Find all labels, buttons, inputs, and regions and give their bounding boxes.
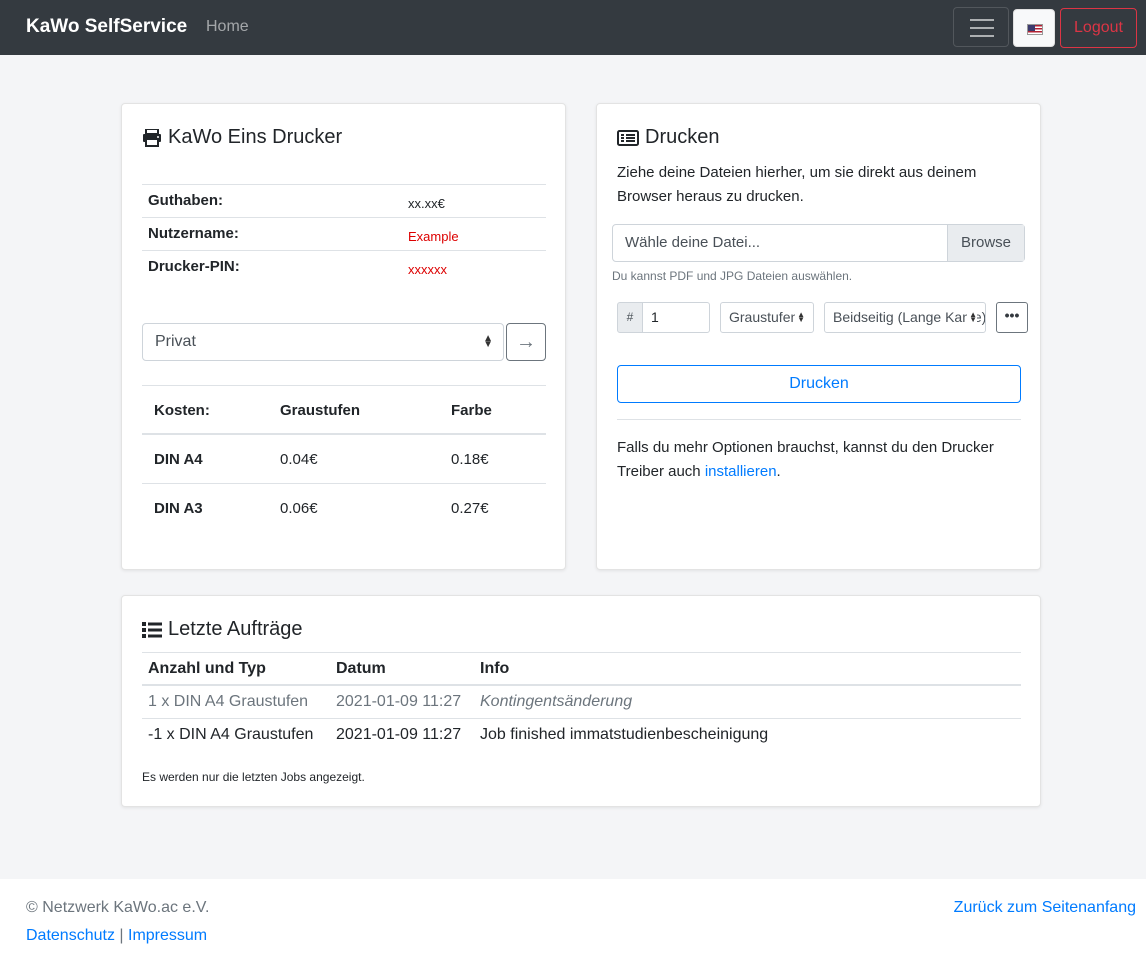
divider (617, 419, 1021, 420)
printer-card: KaWo Eins Drucker Guthaben: xx.xx€ Nutze… (121, 103, 566, 570)
select-arrows-icon: ▲ ▼ (483, 333, 493, 350)
footer-separator: | (119, 927, 124, 944)
balance-value: xx.xx€ (408, 196, 445, 211)
pin-value: xxxxxx (408, 262, 447, 277)
back-to-top-link[interactable]: Zurück zum Seitenanfang (954, 899, 1136, 917)
cost-row-a4: DIN A4 0.04€ 0.18€ (142, 435, 546, 484)
cost-table-header: Kosten: Graustufen Farbe (142, 385, 546, 435)
privacy-link[interactable]: Datenschutz (26, 927, 115, 944)
cost-table: Kosten: Graustufen Farbe DIN A4 0.04€ 0.… (142, 385, 546, 533)
orders-note: Es werden nur die letzten Jobs angezeigt… (142, 770, 365, 784)
duplex-value: Beidseitig (Lange Kante) (833, 309, 986, 325)
copies-prefix: # (617, 302, 643, 333)
footer-links: Datenschutz | Impressum (26, 927, 207, 945)
more-options-button[interactable]: ••• (996, 302, 1028, 333)
copies-input[interactable]: 1 (642, 302, 710, 333)
header-quantity-type: Anzahl und Typ (148, 660, 266, 677)
cost-format: DIN A3 (154, 500, 203, 517)
account-select[interactable]: Privat ▲ ▼ (142, 323, 504, 361)
footer: © Netzwerk KaWo.ac e.V. Datenschutz | Im… (0, 879, 1146, 955)
orders-card: Letzte Aufträge Anzahl und Typ Datum Inf… (121, 595, 1041, 807)
browse-button[interactable]: Browse (947, 225, 1024, 261)
orders-title-text: Letzte Aufträge (168, 618, 303, 640)
list-icon (142, 621, 162, 638)
file-input[interactable]: Wähle deine Datei... Browse (612, 224, 1025, 262)
nav-home-link[interactable]: Home (206, 18, 249, 36)
navbar: KaWo SelfService Home Logout (0, 0, 1146, 55)
info-row-balance: Guthaben: xx.xx€ (142, 184, 546, 217)
imprint-link[interactable]: Impressum (128, 927, 207, 944)
brand-link[interactable]: KaWo SelfService (26, 16, 187, 38)
file-hint: Du kannst PDF und JPG Dateien auswählen. (612, 269, 853, 283)
select-arrows-icon: ▲ ▼ (967, 310, 977, 324)
order-date: 2021-01-09 11:27 (336, 693, 462, 710)
cost-color: 0.27€ (451, 500, 489, 517)
install-driver-link[interactable]: installieren (705, 463, 777, 480)
balance-label: Guthaben: (148, 192, 223, 209)
cost-header-grayscale: Graustufen (280, 402, 361, 419)
menu-toggle-button[interactable] (953, 7, 1009, 47)
hamburger-icon-line (970, 19, 994, 21)
select-arrows-icon: ▲ ▼ (795, 310, 805, 324)
order-quantity-type: 1 x DIN A4 Graustufen (148, 693, 309, 710)
username-label: Nutzername: (148, 225, 239, 242)
username-value: Example (408, 229, 459, 244)
cost-color: 0.18€ (451, 451, 489, 468)
header-info: Info (480, 660, 510, 677)
cost-header-color: Farbe (451, 402, 492, 419)
hamburger-icon-line (970, 35, 994, 37)
printer-icon (143, 128, 161, 147)
duplex-select[interactable]: Beidseitig (Lange Kante) ▲ ▼ (824, 302, 986, 333)
cost-grayscale: 0.06€ (280, 500, 318, 517)
printer-title-text: KaWo Eins Drucker (168, 126, 343, 148)
print-description: Ziehe deine Dateien hierher, um sie dire… (617, 164, 977, 205)
header-date: Datum (336, 660, 386, 677)
pin-label: Drucker-PIN: (148, 258, 240, 275)
hamburger-icon-line (970, 27, 994, 29)
driver-text-after: . (776, 463, 781, 480)
account-info-table: Guthaben: xx.xx€ Nutzername: Example Dru… (142, 184, 546, 283)
info-row-username: Nutzername: Example (142, 217, 546, 250)
driver-text-before: Falls du mehr Optionen brauchst, kannst … (617, 439, 994, 480)
cost-row-a3: DIN A3 0.06€ 0.27€ (142, 484, 546, 533)
print-card: Drucken Ziehe deine Dateien hierher, um … (596, 103, 1041, 570)
print-title-text: Drucken (645, 126, 720, 148)
language-button[interactable] (1013, 9, 1055, 47)
file-input-placeholder: Wähle deine Datei... (625, 234, 761, 251)
arrow-right-icon: → (516, 331, 536, 353)
cost-format: DIN A4 (154, 451, 203, 468)
us-flag-icon (1027, 24, 1043, 35)
account-submit-button[interactable]: → (506, 323, 546, 361)
cost-header-label: Kosten: (154, 402, 210, 419)
ellipsis-icon: ••• (1004, 307, 1020, 323)
print-options-row: # 1 Graustufen ▲ ▼ Beidseitig (Lange Kant… (597, 302, 1042, 333)
copyright-text: © Netzwerk KaWo.ac e.V. (26, 899, 210, 916)
table-row: 1 x DIN A4 Graustufen 2021-01-09 11:27 K… (142, 686, 1021, 719)
order-quantity-type: -1 x DIN A4 Graustufen (148, 726, 314, 743)
color-mode-select[interactable]: Graustufen ▲ ▼ (720, 302, 814, 333)
printer-card-title: KaWo Eins Drucker (142, 126, 342, 149)
print-card-title: Drucken (617, 126, 719, 149)
print-button[interactable]: Drucken (617, 365, 1021, 403)
driver-info-text: Falls du mehr Optionen brauchst, kannst … (617, 436, 1027, 484)
info-row-pin: Drucker-PIN: xxxxxx (142, 250, 546, 283)
order-info: Kontingentsänderung (480, 693, 633, 710)
cost-grayscale: 0.04€ (280, 451, 318, 468)
logout-button[interactable]: Logout (1060, 8, 1137, 48)
order-date: 2021-01-09 11:27 (336, 726, 462, 743)
orders-table-header: Anzahl und Typ Datum Info (142, 652, 1021, 686)
account-select-value: Privat (155, 333, 196, 350)
orders-card-title: Letzte Aufträge (142, 618, 303, 641)
order-info: Job finished immatstudienbescheinigung (480, 726, 769, 743)
table-row: -1 x DIN A4 Graustufen 2021-01-09 11:27 … (142, 719, 1021, 752)
orders-table: Anzahl und Typ Datum Info 1 x DIN A4 Gra… (142, 652, 1021, 752)
document-list-icon (617, 129, 639, 146)
color-mode-value: Graustufen (729, 309, 799, 325)
